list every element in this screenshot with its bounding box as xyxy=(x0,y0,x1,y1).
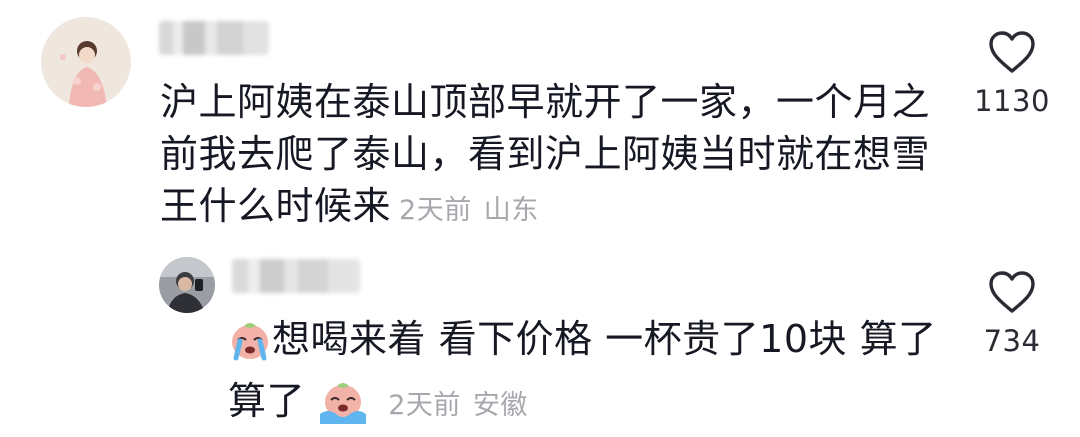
comment-location: 山东 xyxy=(483,195,539,226)
comment-item: 沪上阿姨在泰山顶部早就开了一家，一个月之 前我去爬了泰山，看到沪上阿姨当时就在想… xyxy=(0,0,1080,240)
crying-face-emoji-icon xyxy=(228,318,272,375)
comment-line: 前我去爬了泰山，看到沪上阿姨当时就在想雪 xyxy=(160,132,931,176)
reply-location: 安徽 xyxy=(472,390,528,421)
crying-face-emoji-icon xyxy=(318,380,368,437)
comment-line: 沪上阿姨在泰山顶部早就开了一家，一个月之 xyxy=(160,80,931,124)
reply-line: 算了 2天前 安徽 xyxy=(228,375,948,437)
heart-outline-icon xyxy=(989,31,1035,73)
reply-item: 想喝来着 看下价格 一杯贵了10块 算了 算了 2天前 安徽 734 xyxy=(0,240,1080,424)
username-blurred[interactable] xyxy=(159,21,269,55)
avatar[interactable] xyxy=(41,17,131,107)
reply-text: 想喝来着 看下价格 一杯贵了10块 算了 算了 2天前 安徽 xyxy=(228,313,948,437)
reply-line: 想喝来着 看下价格 一杯贵了10块 算了 xyxy=(228,313,948,375)
comment-line: 王什么时候来 2天前 山东 xyxy=(160,184,539,228)
comment-meta: 2天前 山东 xyxy=(399,195,539,226)
like-count: 734 xyxy=(983,324,1041,358)
comment-text: 沪上阿姨在泰山顶部早就开了一家，一个月之 前我去爬了泰山，看到沪上阿姨当时就在想… xyxy=(160,76,950,237)
comment-time: 2天前 xyxy=(399,195,472,226)
heart-outline-icon xyxy=(989,271,1035,313)
avatar[interactable] xyxy=(159,257,215,313)
username-blurred[interactable] xyxy=(232,259,360,293)
like-count: 1130 xyxy=(974,84,1050,118)
reply-time: 2天前 xyxy=(388,390,461,421)
reply-meta: 2天前 安徽 xyxy=(388,390,528,421)
like-button[interactable]: 734 xyxy=(957,270,1067,358)
like-button[interactable]: 1130 xyxy=(957,30,1067,118)
